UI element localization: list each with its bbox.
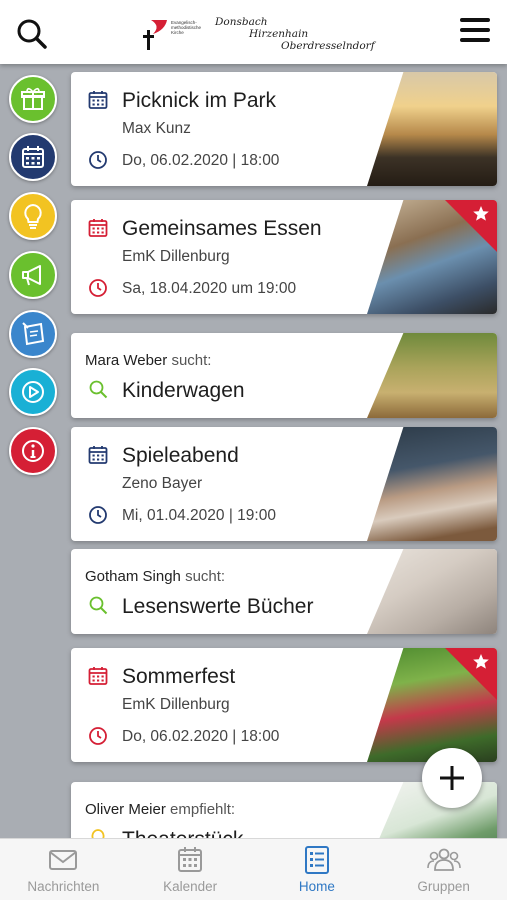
envelope-icon (49, 850, 78, 870)
event-date: Mi, 01.04.2020 | 19:00 (122, 507, 276, 524)
event-date: Do, 06.02.2020 | 18:00 (122, 152, 280, 169)
pinned-note-icon (22, 322, 45, 346)
tab-kalender[interactable]: Kalender (127, 839, 254, 900)
tab-label: Home (298, 879, 335, 894)
event-date: Sa, 18.04.2020 um 19:00 (122, 280, 297, 297)
church-cross-flame-logo (143, 20, 167, 50)
calendar-icon (88, 219, 108, 237)
calendar-icon (22, 146, 44, 168)
event-card[interactable]: Picknick im Park Max Kunz Do, 06.02.2020… (71, 72, 497, 186)
gift-button[interactable] (9, 75, 57, 123)
lightbulb-icon (24, 203, 42, 229)
request-item: Lesenswerte Bücher (122, 595, 314, 618)
notes-button[interactable] (9, 310, 57, 358)
event-card[interactable]: Spieleabend Zeno Bayer Mi, 01.04.2020 | … (71, 427, 497, 541)
congregation-names: Donsbach Hirzenhain Oberdresselndorf (215, 16, 375, 52)
plus-icon (440, 766, 464, 790)
ideas-button[interactable] (9, 192, 57, 240)
featured-star-badge (445, 200, 497, 252)
search-request-card[interactable]: Mara Weber sucht: Kinderwagen (71, 333, 497, 418)
add-button[interactable] (422, 748, 482, 808)
event-card[interactable]: Sommerfest EmK Dillenburg Do, 06.02.2020… (71, 648, 497, 762)
request-item: Kinderwagen (122, 379, 245, 402)
event-title: Picknick im Park (122, 89, 277, 112)
tab-home[interactable]: Home (254, 839, 381, 900)
recommendation-author: Oliver Meier empfiehlt: (85, 801, 236, 818)
congregation-logo[interactable]: Evangelisch-methodistische Kirche Donsba… (143, 14, 375, 54)
request-author: Mara Weber sucht: (85, 352, 212, 369)
media-button[interactable] (9, 368, 57, 416)
event-title: Gemeinsames Essen (122, 217, 322, 240)
magnifier-icon (89, 596, 108, 615)
tab-nachrichten[interactable]: Nachrichten (0, 839, 127, 900)
clock-icon (89, 279, 107, 297)
bottom-tab-bar: Nachrichten Kalender Home Gruppen (0, 838, 507, 900)
event-organizer: EmK Dillenburg (122, 248, 230, 265)
calendar-icon (88, 446, 108, 464)
tab-gruppen[interactable]: Gruppen (380, 839, 507, 900)
group-icon (426, 848, 461, 871)
magnifier-icon (89, 380, 108, 399)
search-request-card[interactable]: Gotham Singh sucht: Lesenswerte Bücher (71, 549, 497, 634)
event-photo (367, 427, 497, 541)
tab-label: Gruppen (417, 879, 470, 894)
list-document-icon (304, 846, 329, 874)
featured-star-badge (445, 648, 497, 700)
request-photo (367, 333, 497, 418)
event-date: Do, 06.02.2020 | 18:00 (122, 728, 280, 745)
event-organizer: EmK Dillenburg (122, 696, 230, 713)
calendar-icon (178, 847, 203, 872)
search-icon[interactable] (14, 16, 50, 52)
calendar-icon (88, 91, 108, 109)
megaphone-icon (22, 265, 41, 286)
event-organizer: Max Kunz (122, 120, 191, 137)
clock-icon (89, 506, 107, 524)
play-icon (22, 381, 44, 403)
app-header: Evangelisch-methodistische Kirche Donsba… (0, 0, 507, 64)
request-author: Gotham Singh sucht: (85, 568, 226, 585)
event-title: Spieleabend (122, 444, 239, 467)
hamburger-menu-icon[interactable] (457, 14, 493, 48)
gift-icon (21, 87, 45, 110)
church-name: Evangelisch-methodistische Kirche (171, 20, 202, 35)
info-button[interactable] (9, 427, 57, 475)
event-card[interactable]: Gemeinsames Essen EmK Dillenburg Sa, 18.… (71, 200, 497, 314)
request-photo (367, 549, 497, 634)
calendar-icon (88, 667, 108, 685)
tab-label: Nachrichten (27, 879, 100, 894)
tab-label: Kalender (163, 879, 218, 894)
event-organizer: Zeno Bayer (122, 475, 203, 492)
calendar-button[interactable] (9, 133, 57, 181)
announcements-button[interactable] (9, 251, 57, 299)
info-icon (22, 440, 44, 462)
clock-icon (89, 727, 107, 745)
clock-icon (89, 151, 107, 169)
event-title: Sommerfest (122, 665, 236, 688)
event-photo (367, 72, 497, 186)
